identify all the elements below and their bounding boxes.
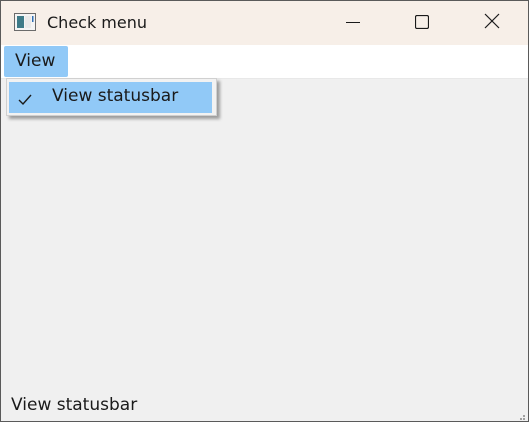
- checkmark-icon: [18, 91, 32, 106]
- view-dropdown-menu: View statusbar: [6, 78, 217, 116]
- minimize-button[interactable]: [330, 1, 376, 45]
- app-window: Check menu View View statusbar: [0, 0, 529, 422]
- close-button[interactable]: [469, 1, 515, 45]
- status-text: View statusbar: [11, 395, 138, 415]
- app-window-icon: [14, 13, 36, 33]
- title-bar[interactable]: Check menu: [1, 1, 528, 45]
- menu-item-label: View statusbar: [52, 86, 179, 106]
- resize-grip-icon[interactable]: [516, 409, 526, 420]
- close-icon: [484, 13, 500, 33]
- minimize-icon: [346, 14, 360, 33]
- maximize-button[interactable]: [399, 1, 445, 45]
- maximize-icon: [414, 14, 430, 33]
- menu-bar: View: [1, 45, 528, 79]
- status-bar: View statusbar: [1, 394, 528, 421]
- window-title: Check menu: [47, 13, 148, 32]
- menu-view[interactable]: View: [4, 46, 68, 77]
- menu-item-view-statusbar[interactable]: View statusbar: [9, 82, 212, 113]
